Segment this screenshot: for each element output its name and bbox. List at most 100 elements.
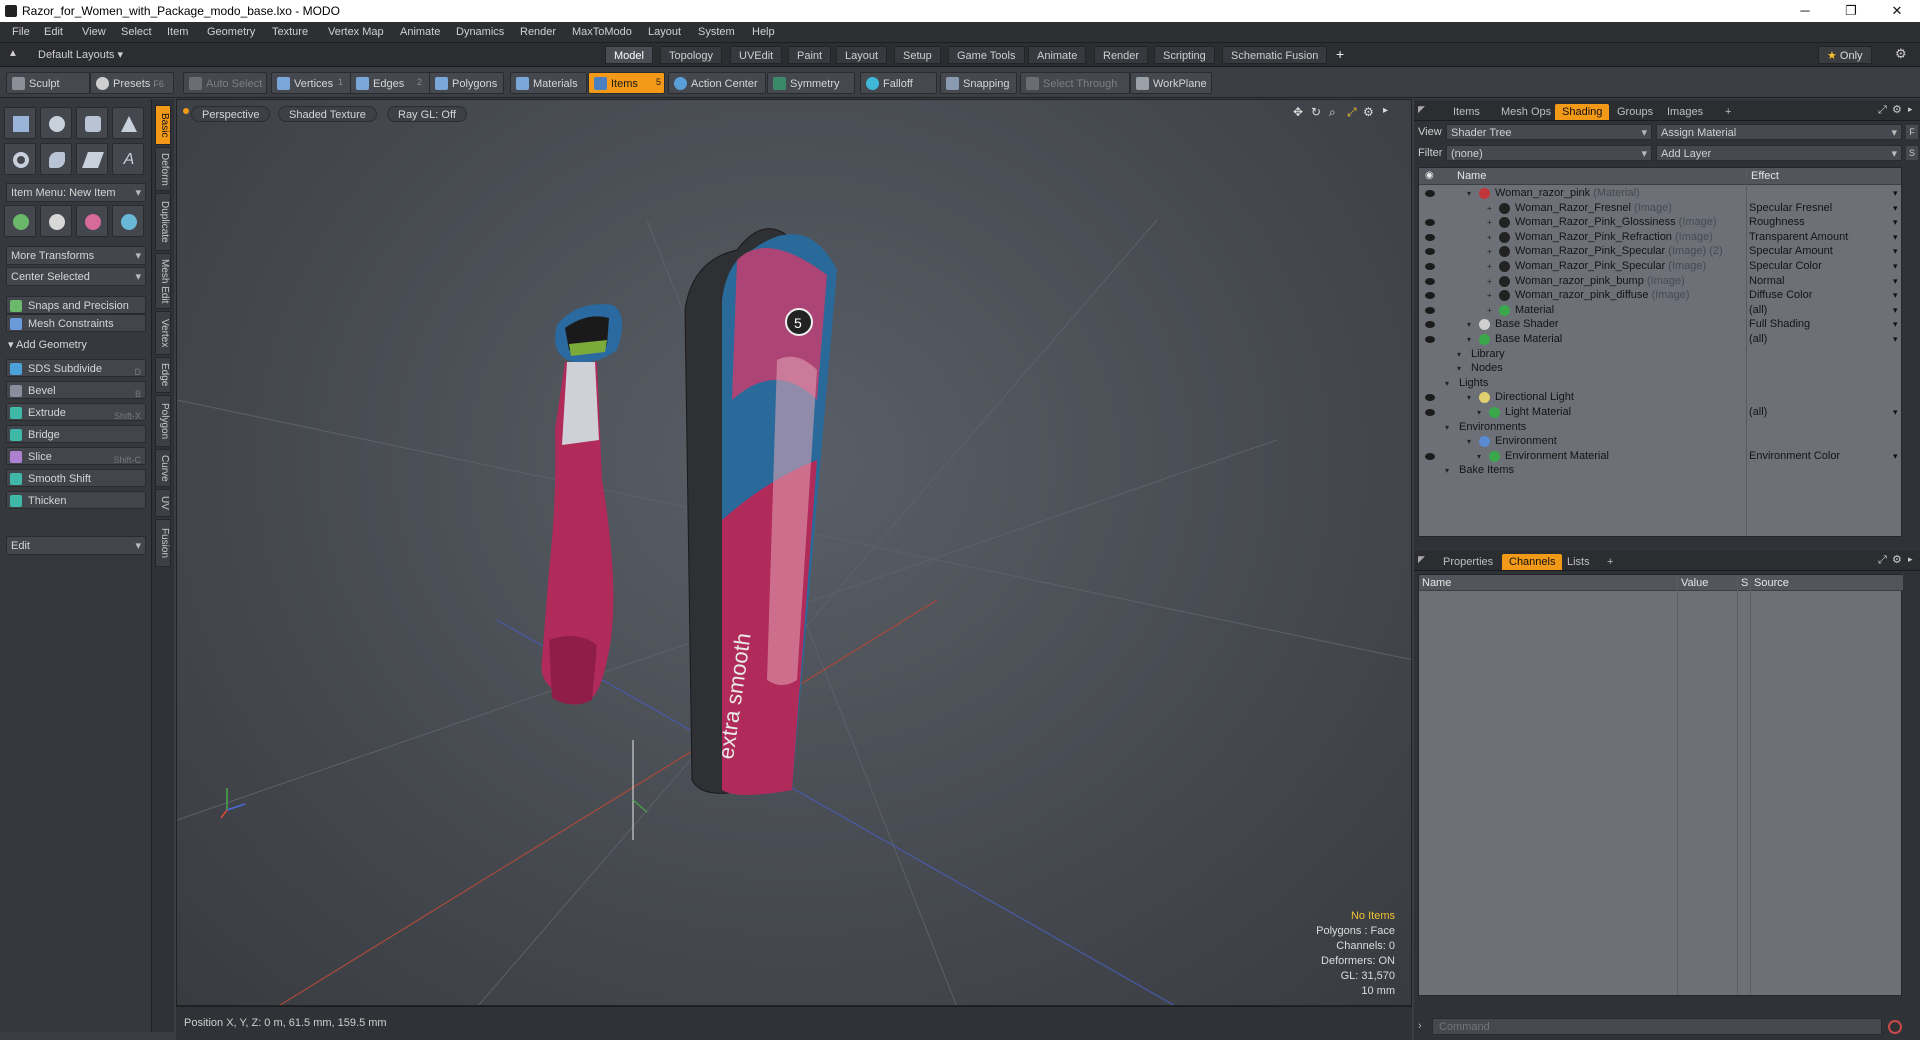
bevel-button[interactable]: Bevel B	[6, 381, 146, 399]
tab-uvedit[interactable]: UVEdit	[730, 46, 783, 64]
vtab-polygon[interactable]: Polygon	[155, 395, 171, 447]
tab-game-tools[interactable]: Game Tools	[948, 46, 1025, 64]
effect-dropdown-icon[interactable]: ▾	[1893, 244, 1898, 259]
expand-toggle-icon[interactable]: +	[1487, 259, 1492, 274]
expand-toggle-icon[interactable]: ▾	[1445, 376, 1449, 391]
expand-toggle-icon[interactable]: +	[1487, 244, 1492, 259]
menu-animate[interactable]: Animate	[400, 26, 440, 38]
tab-items[interactable]: Items	[1446, 104, 1487, 120]
expand-toggle-icon[interactable]: +	[1487, 288, 1492, 303]
tab-setup[interactable]: Setup	[894, 46, 941, 64]
menu-vertex-map[interactable]: Vertex Map	[328, 26, 384, 38]
expand-toggle-icon[interactable]: +	[1487, 274, 1492, 289]
shader-tree-row[interactable]: ▾ Bake Items	[1419, 463, 1901, 478]
action-center-button[interactable]: Action Center	[668, 72, 766, 94]
menu-texture[interactable]: Texture	[272, 26, 308, 38]
lower-panel-gear-icon[interactable]: ⚙	[1892, 553, 1902, 566]
visibility-eye-icon[interactable]	[1425, 190, 1435, 197]
cube-primitive-button[interactable]	[4, 107, 36, 139]
effect-dropdown-icon[interactable]: ▾	[1893, 215, 1898, 230]
rotate-tool-button[interactable]	[40, 205, 72, 237]
lower-panel-expand-icon[interactable]: ⤢	[1878, 554, 1887, 567]
expand-toggle-icon[interactable]: +	[1487, 230, 1492, 245]
text-tool-button[interactable]: A	[112, 143, 144, 175]
effect-dropdown-icon[interactable]: ▾	[1893, 449, 1898, 464]
shader-tree-row[interactable]: ▾ Woman_razor_pink (Material) ▾	[1419, 186, 1901, 201]
menu-select[interactable]: Select	[121, 26, 152, 38]
falloff-button[interactable]: Falloff	[860, 72, 937, 94]
menu-item[interactable]: Item	[167, 26, 188, 38]
shader-tree-row[interactable]: + Woman_Razor_Pink_Glossiness (Image) Roug…	[1419, 215, 1901, 230]
shader-tree-row[interactable]: + Woman_Razor_Fresnel (Image) Specular Fre…	[1419, 201, 1901, 216]
effect-dropdown-icon[interactable]: ▾	[1893, 317, 1898, 332]
effect-dropdown-icon[interactable]: ▾	[1893, 303, 1898, 318]
menu-edit[interactable]: Edit	[44, 26, 63, 38]
layer-effect[interactable]: (all)	[1749, 303, 1767, 318]
snapping-button[interactable]: Snapping	[940, 72, 1017, 94]
move-tool-button[interactable]	[4, 205, 36, 237]
default-layouts-dropdown[interactable]: Default Layouts ▾	[38, 48, 123, 61]
add-layout-tab-button[interactable]: +	[1336, 46, 1344, 62]
tab-lists[interactable]: Lists	[1560, 554, 1597, 570]
smooth-shift-button[interactable]: Smooth Shift	[6, 469, 146, 487]
shader-tree-row[interactable]: ▾ Library	[1419, 347, 1901, 362]
channel-s-header[interactable]: S	[1741, 577, 1748, 589]
3d-viewport[interactable]: Perspective Shaded Texture Ray GL: Off ✥…	[176, 99, 1412, 1006]
symmetry-button[interactable]: Symmetry	[767, 72, 855, 94]
layer-effect[interactable]: Environment Color	[1749, 449, 1840, 464]
sphere-primitive-button[interactable]	[40, 107, 72, 139]
presets-button[interactable]: Presets F6	[90, 72, 174, 94]
tab-model[interactable]: Model	[605, 46, 653, 64]
view-dropdown[interactable]: Shader Tree	[1446, 124, 1652, 141]
layer-effect[interactable]: Roughness	[1749, 215, 1805, 230]
visibility-eye-icon[interactable]	[1425, 394, 1435, 402]
vtab-fusion[interactable]: Fusion	[155, 519, 171, 567]
channels-list[interactable]: Name Value S Source	[1418, 574, 1903, 996]
panel-collapse-icon[interactable]: ◤	[1418, 104, 1425, 115]
expand-toggle-icon[interactable]: ▾	[1467, 186, 1471, 201]
shader-tree-row[interactable]: ▾ Base Shader Full Shading ▾	[1419, 317, 1901, 332]
layer-effect[interactable]: Diffuse Color	[1749, 288, 1812, 303]
transform-tool-button[interactable]	[112, 205, 144, 237]
tab-channels[interactable]: Channels	[1502, 554, 1563, 570]
tab-scripting[interactable]: Scripting	[1154, 46, 1215, 64]
pen-tool-button[interactable]	[76, 143, 108, 175]
shader-tree-row[interactable]: ▾ Light Material (all) ▾	[1419, 405, 1901, 420]
name-column-header[interactable]: Name	[1457, 170, 1486, 182]
expand-toggle-icon[interactable]: ▾	[1467, 390, 1471, 405]
only-toggle[interactable]: ★ Only	[1818, 46, 1872, 64]
visibility-eye-icon[interactable]	[1425, 321, 1435, 329]
layer-effect[interactable]: Specular Color	[1749, 259, 1822, 274]
visibility-eye-icon[interactable]	[1425, 263, 1435, 270]
torus-primitive-button[interactable]	[4, 143, 36, 175]
shader-tree-row[interactable]: ▾ Directional Light	[1419, 390, 1901, 405]
shader-tree-row[interactable]: + Woman_Razor_Pink_Specular (Image) Specul…	[1419, 259, 1901, 274]
expand-toggle-icon[interactable]: ▾	[1445, 463, 1449, 478]
shader-tree-row[interactable]: ▾ Environment	[1419, 434, 1901, 449]
effect-dropdown-icon[interactable]: ▾	[1893, 259, 1898, 274]
shader-tree-row[interactable]: ▾ Lights	[1419, 376, 1901, 391]
vtab-edge[interactable]: Edge	[155, 357, 171, 393]
gear-icon[interactable]: ⚙	[1895, 46, 1907, 62]
menu-geometry[interactable]: Geometry	[207, 26, 255, 38]
command-input[interactable]	[1432, 1018, 1882, 1035]
vtab-mesh-edit[interactable]: Mesh Edit	[155, 253, 171, 309]
lower-panel-collapse-icon[interactable]: ◤	[1418, 554, 1425, 565]
panel-gear-icon[interactable]: ⚙	[1892, 103, 1902, 116]
edit-dropdown[interactable]: Edit	[6, 536, 146, 556]
items-button[interactable]: Items	[588, 72, 665, 94]
menu-render[interactable]: Render	[520, 26, 556, 38]
s-button[interactable]: S	[1906, 146, 1918, 160]
polygons-button[interactable]: Polygons	[429, 72, 504, 94]
minimize-icon[interactable]: ─	[1782, 0, 1828, 22]
item-menu-dropdown[interactable]: Item Menu: New Item	[6, 183, 146, 203]
expand-toggle-icon[interactable]: ▾	[1477, 449, 1481, 464]
mesh-constraints-button[interactable]: Mesh Constraints	[6, 314, 146, 332]
expand-toggle-icon[interactable]: ▾	[1445, 420, 1449, 435]
snaps-precision-button[interactable]: Snaps and Precision	[6, 296, 146, 314]
channel-source-header[interactable]: Source	[1754, 577, 1789, 589]
effect-column-header[interactable]: Effect	[1751, 170, 1779, 182]
select-through-button[interactable]: Select Through	[1020, 72, 1130, 94]
vtab-basic[interactable]: Basic	[155, 105, 171, 145]
menu-layout[interactable]: Layout	[648, 26, 681, 38]
